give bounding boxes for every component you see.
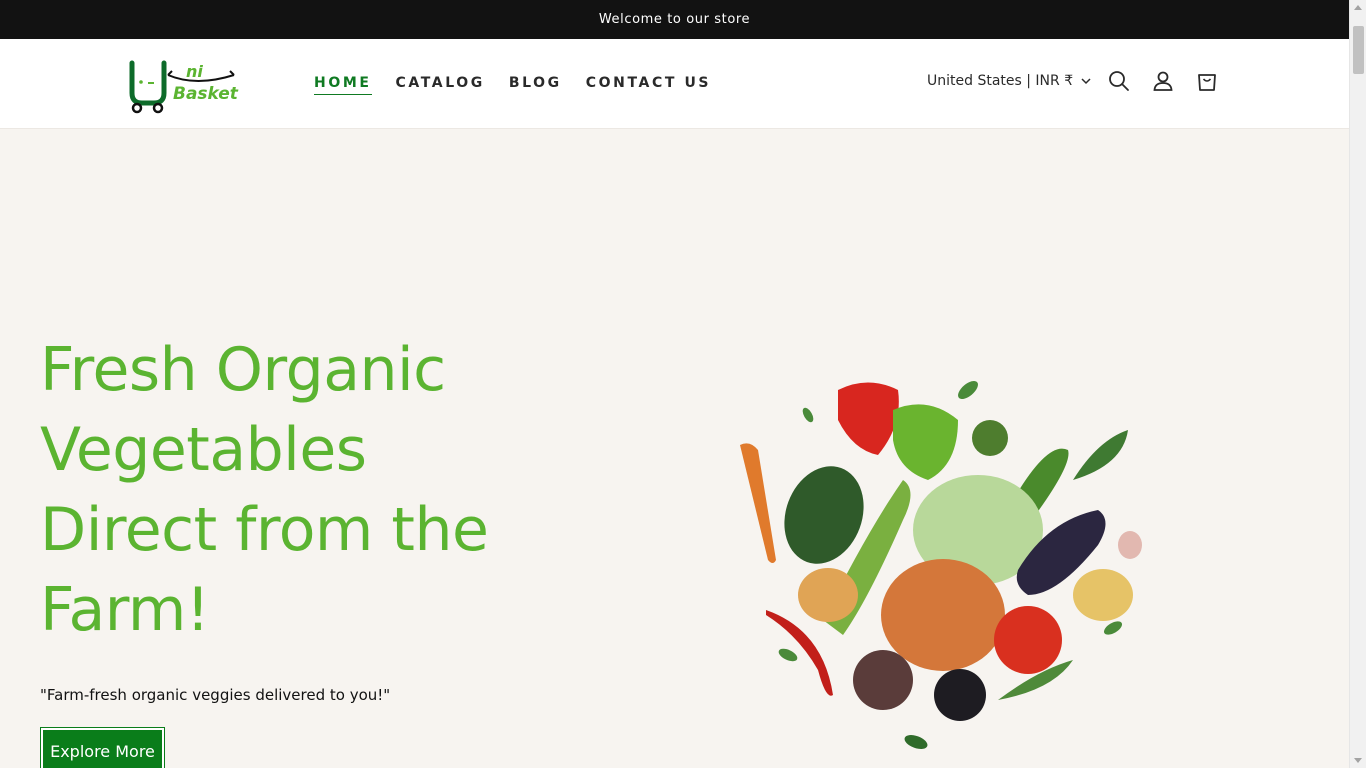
- hero-title: Fresh Organic Vegetables Direct from the…: [40, 335, 489, 645]
- page-scrollbar[interactable]: [1349, 0, 1366, 768]
- nav-home[interactable]: HOME: [314, 75, 372, 95]
- account-icon[interactable]: [1151, 69, 1175, 93]
- country-selector[interactable]: United States | INR ₹: [927, 73, 1091, 89]
- vegetables-image: [740, 381, 1142, 749]
- country-selector-label: United States | INR ₹: [927, 73, 1074, 89]
- site-header: ni Basket HOME CATALOG BLOG CONTACT US U…: [0, 39, 1349, 129]
- logo-basket-text: Basket: [173, 84, 239, 104]
- search-icon[interactable]: [1107, 69, 1131, 93]
- nav-contact-us[interactable]: CONTACT US: [586, 75, 711, 95]
- scroll-down-arrow-icon[interactable]: [1354, 758, 1362, 763]
- scrollbar-thumb[interactable]: [1353, 26, 1364, 74]
- announcement-text: Welcome to our store: [598, 12, 751, 27]
- explore-more-button[interactable]: Explore More: [41, 728, 164, 768]
- nav-catalog[interactable]: CATALOG: [396, 75, 485, 95]
- nav-blog[interactable]: BLOG: [509, 75, 562, 95]
- cart-icon[interactable]: [1195, 69, 1219, 93]
- scroll-up-arrow-icon[interactable]: [1354, 5, 1362, 10]
- logo-ni-text: ni: [186, 62, 203, 81]
- announcement-bar: Welcome to our store: [0, 0, 1349, 39]
- hero-subtitle: "Farm-fresh organic veggies delivered to…: [40, 686, 391, 704]
- main-nav: HOME CATALOG BLOG CONTACT US: [314, 75, 735, 95]
- chevron-down-icon: [1081, 77, 1091, 84]
- logo[interactable]: ni Basket: [126, 55, 241, 115]
